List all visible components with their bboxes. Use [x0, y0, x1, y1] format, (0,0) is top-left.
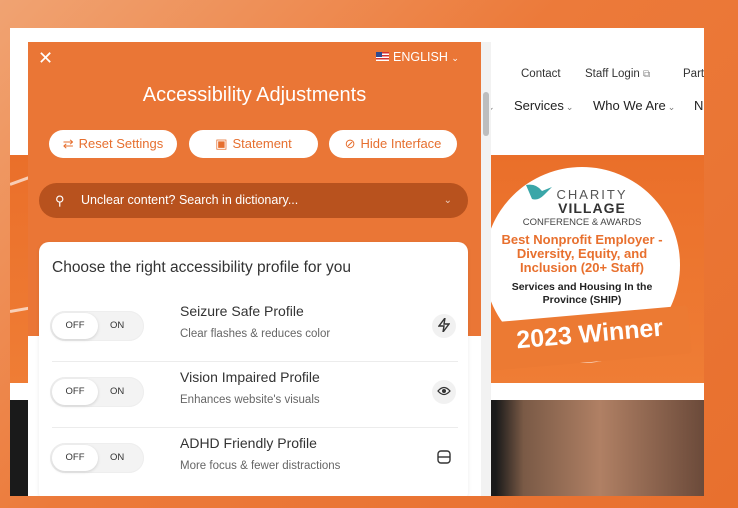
profile-name: Seizure Safe Profile: [180, 303, 304, 319]
services-label: Services: [514, 98, 564, 113]
profile-description: Clear flashes & reduces color: [180, 328, 331, 340]
focus-frame-icon: [432, 446, 456, 470]
profile-row-adhd-friendly: OFF ON ADHD Friendly Profile More focus …: [39, 428, 468, 494]
profiles-heading: Choose the right accessibility profile f…: [52, 259, 351, 276]
chevron-down-icon: ⌄: [667, 102, 676, 112]
dictionary-search-input[interactable]: ⚲ Unclear content? Search in dictionary.…: [39, 183, 468, 218]
toggle-off-option[interactable]: OFF: [52, 379, 98, 405]
panel-title: Accessibility Adjustments: [142, 84, 367, 106]
profile-description: More focus & fewer distractions: [180, 460, 341, 472]
search-placeholder: Unclear content? Search in dictionary...: [81, 193, 299, 207]
language-selector[interactable]: ENGLISH ⌄: [376, 50, 459, 64]
search-icon: ⚲: [55, 193, 65, 208]
us-flag-icon: [376, 52, 389, 61]
hide-interface-label: Hide Interface: [360, 136, 442, 151]
reset-settings-label: Reset Settings: [78, 136, 164, 151]
swap-arrows-icon: ⇄: [62, 136, 74, 151]
award-headline-1: Best Nonprofit Employer -: [501, 232, 663, 247]
award-headline-3: Inclusion (20+ Staff): [520, 260, 644, 275]
vision-impaired-toggle[interactable]: OFF ON: [50, 377, 144, 407]
scrollbar-thumb[interactable]: [483, 92, 489, 136]
lightning-icon: [432, 314, 456, 338]
nav-link-contact[interactable]: Contact: [521, 68, 561, 80]
nav-menu-who-we-are[interactable]: Who We Are ⌄: [593, 98, 675, 113]
external-link-icon: ⧉: [642, 69, 651, 80]
award-winner-line2: Province (SHIP): [542, 294, 622, 306]
seizure-safe-toggle[interactable]: OFF ON: [50, 311, 144, 341]
statement-icon: ▣: [215, 136, 228, 151]
toggle-off-option[interactable]: OFF: [52, 445, 98, 471]
language-label: ENGLISH: [393, 50, 448, 64]
profile-name: ADHD Friendly Profile: [180, 435, 317, 451]
nav-menu-partial[interactable]: N: [694, 98, 703, 113]
eye-icon: [432, 380, 456, 404]
panel-scrollbar[interactable]: [481, 42, 491, 496]
toggle-on-option[interactable]: ON: [110, 377, 124, 407]
reset-settings-button[interactable]: ⇄ Reset Settings: [49, 130, 177, 158]
nav-menu-services[interactable]: Services ⌄: [514, 98, 573, 113]
award-org-line3: CONFERENCE & AWARDS: [522, 217, 642, 228]
toggle-on-option[interactable]: ON: [110, 311, 124, 341]
accessibility-panel: ✕ ENGLISH ⌄ Accessibility Adjustments ⇄ R…: [28, 42, 491, 496]
toggle-on-option[interactable]: ON: [110, 443, 124, 473]
staff-login-label: Staff Login: [585, 68, 640, 80]
statement-button[interactable]: ▣ Statement: [189, 130, 318, 158]
nav-link-partners[interactable]: Part: [683, 68, 704, 80]
award-headline-2: Diversity, Equity, and: [516, 246, 648, 261]
chevron-down-icon: ⌄: [565, 102, 574, 112]
profile-row-vision-impaired: OFF ON Vision Impaired Profile Enhances …: [39, 362, 468, 428]
chevron-down-icon: ⌄: [443, 195, 452, 206]
nav-link-staff-login[interactable]: Staff Login ⧉: [585, 68, 650, 80]
who-we-are-label: Who We Are: [593, 98, 666, 113]
eye-slash-icon: ⊘: [344, 136, 356, 151]
profile-row-seizure-safe: OFF ON Seizure Safe Profile Clear flashe…: [39, 296, 468, 362]
chevron-down-icon: ⌄: [451, 53, 459, 63]
adhd-friendly-toggle[interactable]: OFF ON: [50, 443, 144, 473]
award-winner-line1: Services and Housing In the: [511, 281, 653, 293]
toggle-off-option[interactable]: OFF: [52, 313, 98, 339]
award-org-line2: VILLAGE: [558, 200, 626, 216]
close-icon[interactable]: ✕: [38, 48, 53, 69]
profiles-card: Choose the right accessibility profile f…: [39, 242, 468, 496]
profile-name: Vision Impaired Profile: [180, 369, 320, 385]
hide-interface-button[interactable]: ⊘ Hide Interface: [329, 130, 457, 158]
statement-label: Statement: [232, 136, 292, 151]
profile-description: Enhances website's visuals: [180, 394, 320, 406]
